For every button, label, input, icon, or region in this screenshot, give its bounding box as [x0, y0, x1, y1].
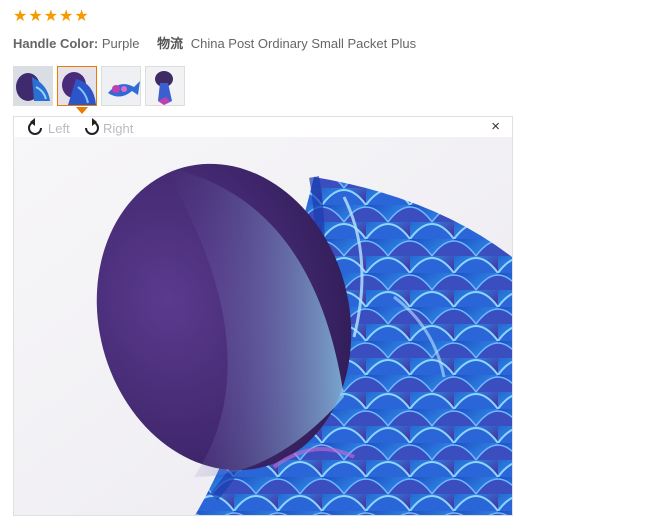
thumbnail-2[interactable]	[57, 66, 97, 106]
rotate-left-button[interactable]: Left	[26, 118, 70, 138]
star-icon: ★	[28, 8, 43, 25]
rotate-right-label: Right	[103, 120, 134, 136]
image-viewer: Left Right ×	[13, 116, 513, 516]
star-icon: ★	[13, 8, 28, 25]
thumbnail-4[interactable]	[145, 66, 185, 106]
rating-stars: ★ ★ ★ ★ ★	[13, 9, 89, 25]
viewer-toolbar: Left Right ×	[14, 117, 512, 137]
star-icon: ★	[74, 8, 89, 25]
star-icon: ★	[43, 8, 59, 25]
rotate-left-icon	[28, 118, 42, 135]
active-thumbnail-pointer	[76, 107, 88, 114]
handle-color-value: Purple	[101, 36, 140, 51]
thumbnail-strip	[13, 66, 185, 106]
logistics-label: 物流	[157, 36, 184, 51]
thumbnail-1[interactable]	[13, 66, 53, 106]
rotate-right-button[interactable]: Right	[81, 118, 133, 138]
review-meta: Handle Color: Purple 物流 China Post Ordin…	[13, 33, 416, 52]
rotate-left-label: Left	[48, 120, 70, 136]
thumbnail-3[interactable]	[101, 66, 141, 106]
product-photo	[14, 137, 512, 515]
logistics-value: China Post Ordinary Small Packet Plus	[190, 36, 417, 51]
close-icon[interactable]: ×	[491, 119, 500, 134]
star-icon: ★	[59, 8, 74, 25]
handle-color-label: Handle Color:	[13, 36, 99, 51]
rotate-right-icon	[85, 118, 99, 135]
